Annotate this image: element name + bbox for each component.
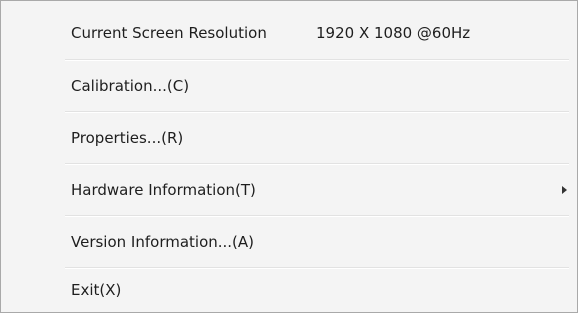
chevron-right-icon [562,186,567,194]
menu-item-hardware-information[interactable]: Hardware Information(T) [1,164,577,216]
menu-item-version-information[interactable]: Version Information...(A) [1,216,577,268]
menu-item-screen-resolution: Current Screen Resolution 1920 X 1080 @6… [1,7,577,59]
exit-label: Exit(X) [71,281,122,299]
screen-resolution-label: Current Screen Resolution [71,24,267,42]
properties-label: Properties...(R) [71,129,184,147]
menu-item-properties[interactable]: Properties...(R) [1,112,577,164]
context-menu: Current Screen Resolution 1920 X 1080 @6… [0,0,578,313]
screen-resolution-value: 1920 X 1080 @60Hz [316,24,471,42]
hardware-information-label: Hardware Information(T) [71,181,256,199]
calibration-label: Calibration...(C) [71,77,190,95]
version-information-label: Version Information...(A) [71,233,255,251]
menu-item-calibration[interactable]: Calibration...(C) [1,60,577,112]
menu-item-exit[interactable]: Exit(X) [1,268,577,312]
